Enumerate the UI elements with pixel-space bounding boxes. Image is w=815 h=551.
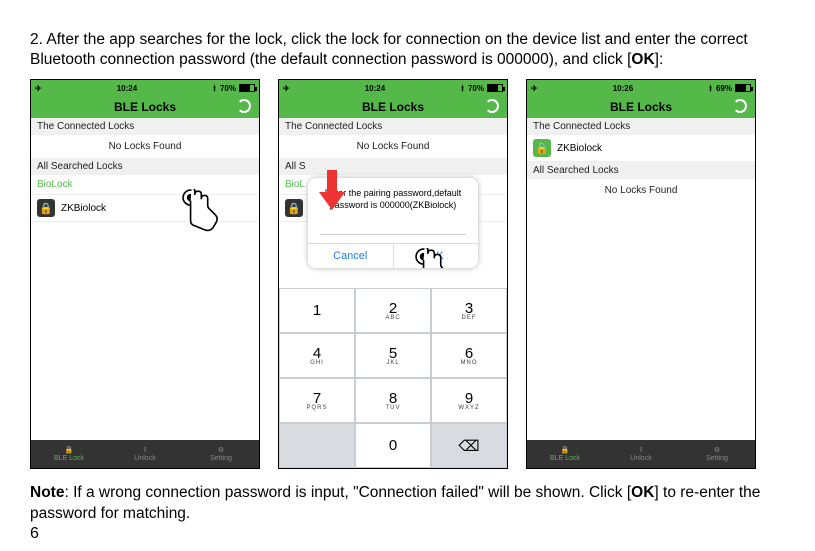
lock-icon: 🔒 [37,199,55,217]
key-1[interactable]: 1 [279,288,355,333]
section-connected-locks: The Connected Locks [279,118,507,135]
gear-icon: ⚙ [714,446,720,454]
status-battery-pct: 70% [468,84,484,93]
status-time: 10:26 [613,84,633,93]
tab-unlock[interactable]: ⇪ Unlock [603,440,679,468]
tab-ble-lock[interactable]: 🔒 BLE Lock [527,440,603,468]
battery-icon [487,84,503,92]
status-bar: ✈ 10:24 ᚼ 70% [279,80,507,96]
section-searched-locks: All Searched Locks [31,158,259,175]
lock-name-zkbiolock: ZKBiolock [61,203,106,214]
app-title: BLE Locks [610,100,672,114]
no-locks-label: No Locks Found [279,135,507,158]
lock-icon: 🔒 [65,446,74,454]
list-item[interactable]: 🔒 ZKBiolock [527,135,755,162]
phone-screenshot-1: ✈ 10:24 ᚼ 70% BLE Locks The Connected Lo… [30,79,260,469]
tab-bar: 🔒 BLE Lock ⇪ Unlock ⚙ Setting [527,440,755,468]
app-title-bar: BLE Locks [279,96,507,118]
airplane-icon: ✈ [35,84,42,93]
key-3[interactable]: 3DEF [431,288,507,333]
status-battery-pct: 69% [716,84,732,93]
numeric-keypad: 12ABC3DEF 4GHI5JKL6MNO 7PQRS8TUV9WXYZ0⌫ [279,288,507,468]
key-5[interactable]: 5JKL [355,333,431,378]
tab-setting[interactable]: ⚙ Setting [183,440,259,468]
lock-name-zkbiolock: ZKBiolock [557,143,602,154]
key-0[interactable]: 0 [355,423,431,468]
tab-bar: 🔒 BLE Lock ⇪ Unlock ⚙ Setting [31,440,259,468]
key-2[interactable]: 2ABC [355,288,431,333]
lock-icon: 🔒 [561,446,570,454]
key-9[interactable]: 9WXYZ [431,378,507,423]
key-4[interactable]: 4GHI [279,333,355,378]
refresh-icon[interactable] [237,99,251,113]
status-bar: ✈ 10:24 ᚼ 70% [31,80,259,96]
status-battery-pct: 70% [220,84,236,93]
note-text: Note: If a wrong connection password is … [30,483,785,525]
app-title-bar: BLE Locks [31,96,259,118]
section-connected-locks: The Connected Locks [527,118,755,135]
app-title-bar: BLE Locks [527,96,755,118]
unlock-icon: ⇪ [142,446,148,454]
page-number: 6 [30,525,39,543]
cancel-button[interactable]: Cancel [308,244,394,268]
lock-icon: 🔒 [533,139,551,157]
refresh-icon[interactable] [485,99,499,113]
status-bar: ✈ 10:26 ᚼ 69% [527,80,755,96]
arrow-down-icon [319,170,345,210]
phone-screenshot-3: ✈ 10:26 ᚼ 69% BLE Locks The Connected Lo… [526,79,756,469]
phone-screenshot-2: ✈ 10:24 ᚼ 70% BLE Locks The Connected Lo… [278,79,508,469]
lock-icon: 🔒 [285,199,303,217]
no-locks-label: No Locks Found [527,179,755,202]
screenshots-row: ✈ 10:24 ᚼ 70% BLE Locks The Connected Lo… [30,79,785,469]
password-input[interactable] [320,221,466,235]
key-6[interactable]: 6MNO [431,333,507,378]
list-item[interactable]: 🔒 ZKBiolock [31,195,259,222]
refresh-icon[interactable] [733,99,747,113]
bluetooth-icon: ᚼ [708,84,713,93]
backspace-key[interactable]: ⌫ [431,423,507,468]
gear-icon: ⚙ [218,446,224,454]
ok-button[interactable]: OK [394,244,479,268]
tab-setting[interactable]: ⚙ Setting [679,440,755,468]
app-title: BLE Locks [114,100,176,114]
section-connected-locks: The Connected Locks [31,118,259,135]
status-time: 10:24 [117,84,137,93]
lock-name-biolock: BioLock [37,179,73,190]
section-searched-locks: All Searched Locks [527,162,755,179]
bluetooth-icon: ᚼ [212,84,217,93]
app-title: BLE Locks [362,100,424,114]
list-item[interactable]: BioLock [31,175,259,195]
instruction-step-2: 2. After the app searches for the lock, … [30,30,785,72]
unlock-icon: ⇪ [638,446,644,454]
bluetooth-icon: ᚼ [460,84,465,93]
key-7[interactable]: 7PQRS [279,378,355,423]
airplane-icon: ✈ [283,84,290,93]
airplane-icon: ✈ [531,84,538,93]
section-searched-locks: All S [279,158,507,175]
key-8[interactable]: 8TUV [355,378,431,423]
no-locks-label: No Locks Found [31,135,259,158]
tab-ble-lock[interactable]: 🔒 BLE Lock [31,440,107,468]
status-time: 10:24 [365,84,385,93]
key-blank [279,423,355,468]
tab-unlock[interactable]: ⇪ Unlock [107,440,183,468]
battery-icon [735,84,751,92]
battery-icon [239,84,255,92]
